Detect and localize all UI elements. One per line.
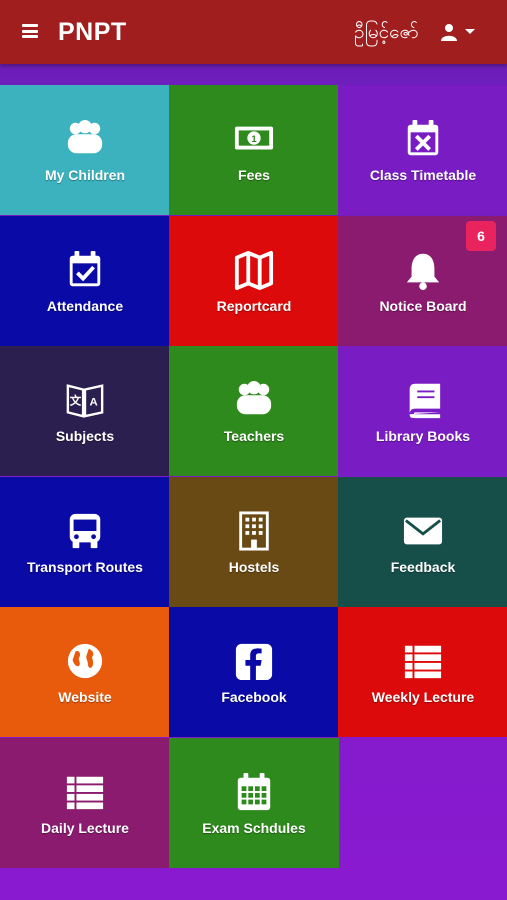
tile-label: Feedback [390, 558, 456, 575]
money-icon: 1 [231, 117, 277, 161]
svg-text:1: 1 [251, 134, 257, 145]
tile-label: Weekly Lecture [371, 689, 475, 705]
building-icon [231, 509, 277, 553]
children-icon [62, 117, 108, 161]
envelope-icon [400, 509, 446, 553]
tile-label: Website [58, 689, 112, 705]
tile-daily-lecture[interactable]: Daily Lecture [0, 737, 170, 868]
tile-label: Daily Lecture [41, 819, 129, 836]
user-menu[interactable] [440, 20, 484, 44]
user-icon [441, 24, 457, 41]
tile-library-books[interactable]: Library Books [338, 346, 507, 476]
tile-hostels[interactable]: Hostels [169, 476, 339, 607]
tile-label: Exam Schdules [202, 819, 306, 836]
globe-icon [62, 639, 108, 683]
tile-reportcard[interactable]: Reportcard [169, 215, 339, 346]
tile-label: Reportcard [216, 297, 292, 314]
tile-label: Attendance [46, 297, 124, 314]
tile-label: Facebook [221, 689, 287, 705]
bus-icon [62, 509, 108, 553]
calendar-grid-icon [231, 770, 277, 814]
svg-text:A: A [89, 397, 97, 409]
calendar-check-icon [62, 248, 108, 292]
tile-label: Class Timetable [369, 167, 477, 183]
top-app-bar: PNPT ဦမြင့်ဇော် [0, 0, 507, 64]
language-label[interactable]: ဦမြင့်ဇော် [354, 20, 419, 48]
tile-class-timetable[interactable]: Class Timetable [338, 85, 507, 215]
teachers-icon [231, 378, 277, 422]
tile-label: Library Books [375, 428, 471, 444]
tile-teachers[interactable]: Teachers [169, 346, 339, 476]
language-book-icon: 文A [62, 378, 108, 422]
tile-notice-board[interactable]: Notice Board 6 [338, 215, 507, 346]
chevron-down-icon [465, 29, 475, 34]
tile-weekly-lecture[interactable]: Weekly Lecture [338, 607, 507, 737]
app-title: PNPT [58, 18, 127, 46]
tile-label: Subjects [55, 428, 115, 444]
tile-fees[interactable]: 1 Fees [169, 85, 339, 215]
tile-facebook[interactable]: Facebook [169, 607, 339, 737]
calendar-x-icon [400, 117, 446, 161]
tile-attendance[interactable]: Attendance [0, 215, 170, 346]
tile-subjects[interactable]: 文 A Subjects [0, 346, 170, 476]
tile-label: Hostels [228, 558, 280, 575]
tile-label: Notice Board [379, 297, 467, 314]
svg-text:文: 文 [70, 394, 82, 408]
tile-label: Transport Routes [27, 558, 143, 575]
tile-feedback[interactable]: Feedback [338, 476, 507, 607]
list-icon [400, 639, 446, 683]
notification-badge: 6 [466, 220, 496, 251]
map-icon [231, 248, 277, 292]
tile-label: Fees [238, 167, 270, 183]
facebook-icon [231, 639, 277, 683]
tile-website[interactable]: Website [0, 607, 170, 737]
list-icon [62, 770, 108, 814]
bell-icon [400, 248, 446, 292]
tile-transport-routes[interactable]: Transport Routes [0, 476, 170, 607]
tile-label: Teachers [223, 428, 285, 444]
tile-label: My Children [44, 167, 126, 183]
book-icon [400, 378, 446, 422]
hamburger-icon[interactable] [22, 24, 38, 38]
tile-exam-schdules[interactable]: Exam Schdules [169, 737, 339, 868]
tile-my-children[interactable]: My Children [0, 85, 170, 215]
